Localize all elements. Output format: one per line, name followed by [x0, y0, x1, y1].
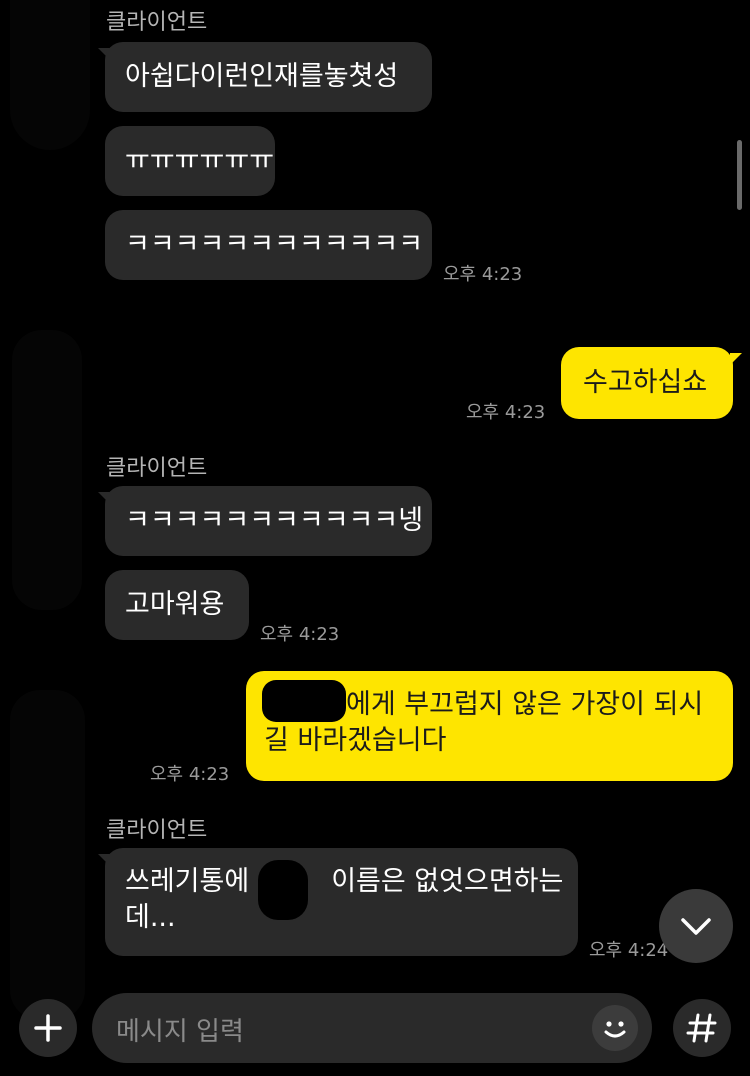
message-text: 아쉽다이런인재를놓쳣성	[125, 61, 399, 92]
message-text: 수고하십쇼	[583, 367, 708, 398]
add-button[interactable]	[19, 999, 77, 1057]
redacted-avatar	[10, 690, 85, 1020]
message-text: 길 바라겠습니다	[264, 725, 447, 756]
redacted-avatar	[10, 0, 90, 150]
timestamp: 오후 4:23	[443, 264, 523, 285]
message-input[interactable]: 메시지 입력	[116, 1011, 244, 1048]
redacted-name	[258, 860, 308, 920]
redacted-name	[262, 680, 346, 722]
message-text: ㅠㅠㅠㅠㅠㅠ	[125, 145, 275, 176]
message-text: 데...	[125, 902, 176, 933]
message-text: 쓰레기통에	[125, 866, 250, 897]
message-text: 에게 부끄럽지 않은 가장이 되시	[346, 689, 704, 720]
my-message-bubble[interactable]: 수고하십쇼	[561, 347, 733, 419]
emoji-button[interactable]	[592, 1005, 638, 1051]
hashtag-button[interactable]	[673, 999, 731, 1057]
plus-icon	[34, 1014, 62, 1042]
hashtag-icon	[686, 1013, 717, 1043]
timestamp: 오후 4:23	[150, 764, 230, 785]
emoji-icon	[604, 1021, 626, 1038]
sender-name: 클라이언트	[106, 456, 208, 481]
message-text: ㅋㅋㅋㅋㅋㅋㅋㅋㅋㅋㅋㅋ	[125, 229, 424, 260]
message-bubble[interactable]: 쓰레기통에 이름은 없엇으면하는 데...	[105, 848, 578, 956]
message-text: 고마워용	[125, 589, 225, 620]
message-bubble[interactable]: 고마워용	[105, 570, 249, 640]
message-bubble[interactable]: ㅋㅋㅋㅋㅋㅋㅋㅋㅋㅋㅋ넹	[105, 486, 432, 556]
message-input-bar[interactable]: 메시지 입력	[92, 993, 652, 1063]
timestamp: 오후 4:24	[589, 940, 669, 961]
scrollbar[interactable]	[737, 140, 742, 210]
message-bubble[interactable]: ㅠㅠㅠㅠㅠㅠ	[105, 126, 275, 196]
timestamp: 오후 4:23	[260, 624, 340, 645]
timestamp: 오후 4:23	[466, 402, 546, 423]
chevron-down-icon	[681, 918, 711, 935]
bubble-tail	[730, 353, 742, 365]
scroll-down-button[interactable]	[659, 889, 733, 963]
message-text: 이름은 없엇으면하는	[331, 866, 564, 897]
redacted-avatar	[12, 330, 82, 610]
message-bubble[interactable]: ㅋㅋㅋㅋㅋㅋㅋㅋㅋㅋㅋㅋ	[105, 210, 432, 280]
sender-name: 클라이언트	[106, 818, 208, 843]
message-bubble[interactable]: 아쉽다이런인재를놓쳣성	[105, 42, 432, 112]
message-text: ㅋㅋㅋㅋㅋㅋㅋㅋㅋㅋㅋ넹	[125, 505, 424, 536]
sender-name: 클라이언트	[106, 10, 208, 35]
